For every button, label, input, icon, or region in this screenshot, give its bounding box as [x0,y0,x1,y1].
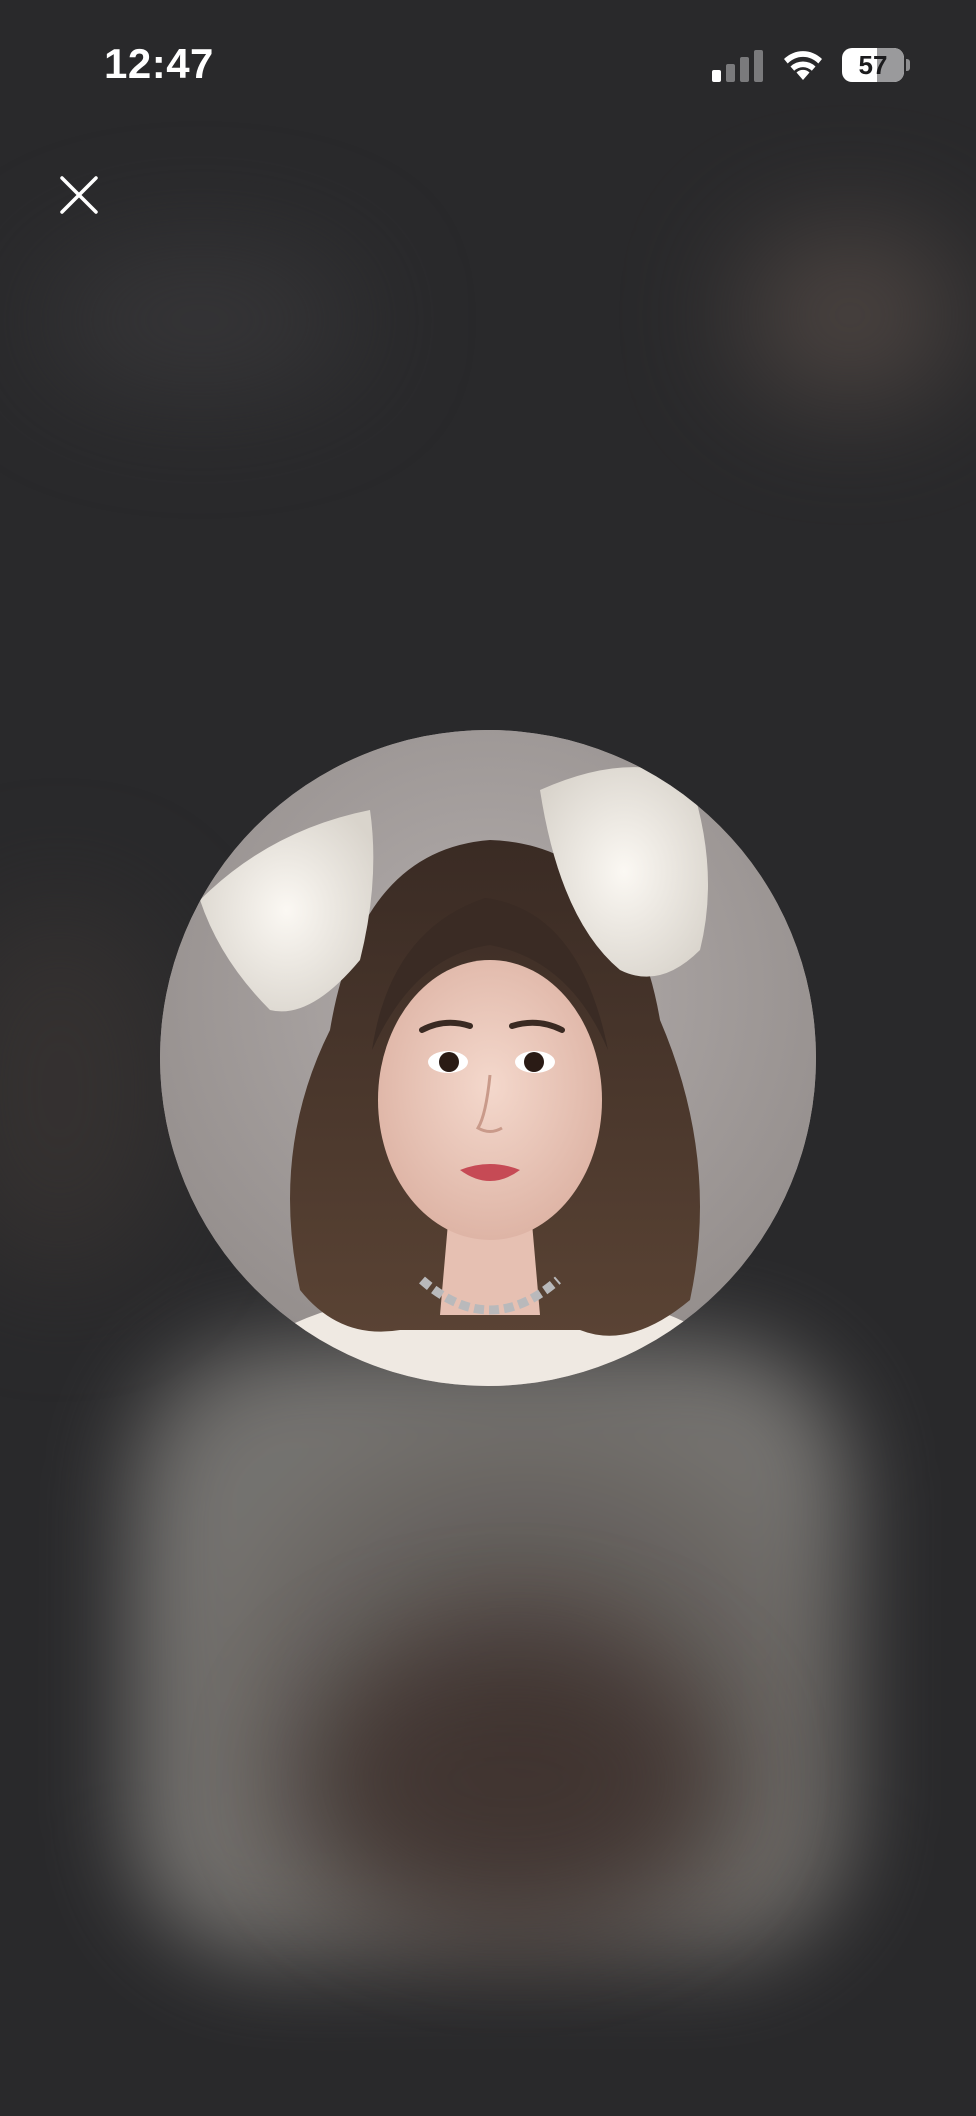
close-button[interactable] [52,168,108,224]
close-icon [60,176,98,214]
battery-cap [906,59,910,71]
cellular-signal-icon [712,48,764,82]
background-blur [40,250,360,390]
portrait-photo [160,730,816,1386]
background-blur [0,900,180,1280]
profile-photo-viewer: 12:47 57 [0,0,976,2116]
background-blur [740,230,960,400]
battery-icon: 57 [842,48,904,82]
wifi-icon [784,51,822,80]
status-bar: 12:47 57 [0,0,976,130]
background-blur [300,1640,720,1920]
battery-level: 57 [858,50,888,80]
status-time: 12:47 [104,40,214,87]
profile-photo[interactable] [160,730,816,1386]
